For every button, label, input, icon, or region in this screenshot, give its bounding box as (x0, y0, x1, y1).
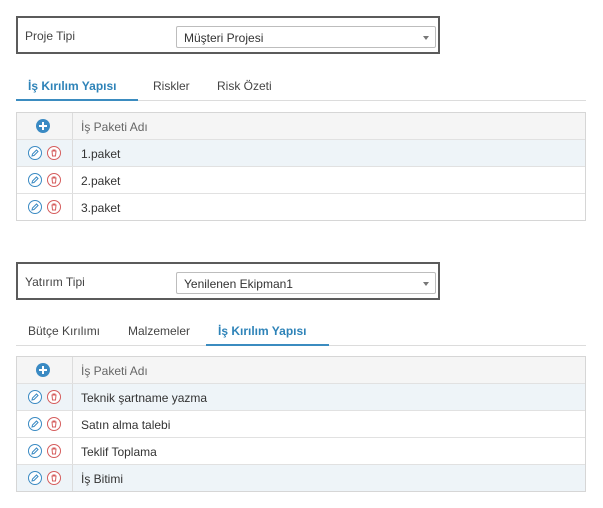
edit-icon[interactable] (28, 417, 42, 431)
delete-icon[interactable] (47, 444, 61, 458)
package-name: Satın alma talebi (81, 418, 171, 432)
edit-icon[interactable] (28, 390, 42, 404)
table-header-row: İş Paketi Adı (17, 113, 585, 139)
add-icon[interactable] (36, 119, 50, 133)
chevron-down-icon (423, 282, 429, 286)
tab-risks[interactable]: Riskler (153, 79, 190, 93)
edit-icon[interactable] (28, 200, 42, 214)
table-header-row: İş Paketi Adı (17, 357, 585, 383)
project-type-value: Müşteri Projesi (184, 31, 264, 45)
project-type-label: Proje Tipi (25, 29, 76, 43)
delete-icon[interactable] (47, 390, 61, 404)
column-header-package-name: İş Paketi Adı (81, 364, 148, 378)
edit-icon[interactable] (28, 471, 42, 485)
tab-budget-breakdown[interactable]: Bütçe Kırılımı (28, 324, 100, 338)
table-row: 1.paket (17, 139, 585, 166)
package-name: 1.paket (81, 147, 121, 161)
tab-work-breakdown[interactable]: İş Kırılım Yapısı (28, 79, 117, 93)
tab-bar-2: Bütçe Kırılımı Malzemeler İş Kırılım Yap… (16, 317, 586, 346)
investment-type-select[interactable]: Yenilenen Ekipman1 (176, 272, 436, 294)
package-name: Teknik şartname yazma (81, 391, 208, 405)
chevron-down-icon (423, 36, 429, 40)
tab-materials[interactable]: Malzemeler (128, 324, 190, 338)
delete-icon[interactable] (47, 146, 61, 160)
table-row: Teklif Toplama (17, 437, 585, 464)
work-package-table-1: İş Paketi Adı 1.paket 2.paket 3.paket (16, 112, 586, 221)
tab-risk-summary[interactable]: Risk Özeti (217, 79, 272, 93)
work-package-table-2: İş Paketi Adı Teknik şartname yazma Satı… (16, 356, 586, 492)
package-name: İş Bitimi (81, 472, 123, 486)
table-row: Teknik şartname yazma (17, 383, 585, 410)
project-type-select[interactable]: Müşteri Projesi (176, 26, 436, 48)
project-type-box: Proje Tipi Müşteri Projesi (16, 16, 440, 54)
investment-type-box: Yatırım Tipi Yenilenen Ekipman1 (16, 262, 440, 300)
investment-type-label: Yatırım Tipi (25, 275, 85, 289)
table-row: İş Bitimi (17, 464, 585, 491)
active-tab-indicator (16, 99, 138, 101)
edit-icon[interactable] (28, 444, 42, 458)
table-row: 2.paket (17, 166, 585, 193)
package-name: 2.paket (81, 174, 121, 188)
add-icon[interactable] (36, 363, 50, 377)
table-row: Satın alma talebi (17, 410, 585, 437)
package-name: 3.paket (81, 201, 121, 215)
table-row: 3.paket (17, 193, 585, 220)
delete-icon[interactable] (47, 200, 61, 214)
column-header-package-name: İş Paketi Adı (81, 120, 148, 134)
active-tab-indicator (206, 344, 329, 346)
edit-icon[interactable] (28, 146, 42, 160)
tab-work-breakdown[interactable]: İş Kırılım Yapısı (218, 324, 307, 338)
delete-icon[interactable] (47, 173, 61, 187)
tab-bar-1: İş Kırılım Yapısı Riskler Risk Özeti (16, 72, 586, 101)
delete-icon[interactable] (47, 417, 61, 431)
edit-icon[interactable] (28, 173, 42, 187)
investment-type-value: Yenilenen Ekipman1 (184, 277, 293, 291)
delete-icon[interactable] (47, 471, 61, 485)
package-name: Teklif Toplama (81, 445, 157, 459)
